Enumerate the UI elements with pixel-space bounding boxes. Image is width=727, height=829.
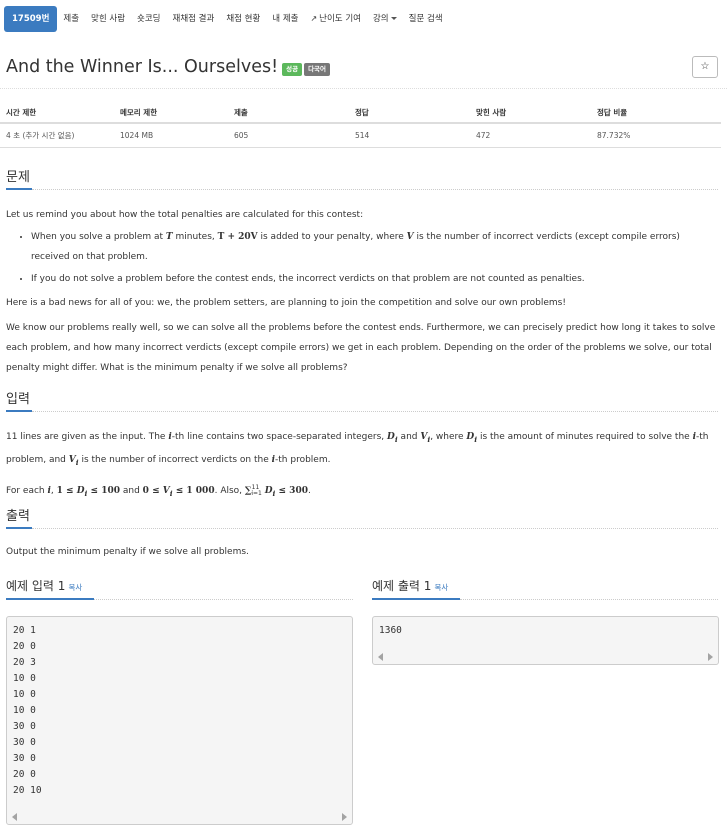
input-section-heading: 입력 xyxy=(6,392,30,407)
code-line: 10 0 xyxy=(13,673,36,684)
statement-intro: Let us remind you about how the total pe… xyxy=(6,210,364,220)
statement-paragraph-3: We know our problems really well, so we … xyxy=(6,323,716,373)
list-item: If you do not solve a problem before the… xyxy=(31,269,718,289)
section-underline xyxy=(6,410,32,412)
section-underline xyxy=(372,598,460,600)
header-submissions: 제출 xyxy=(228,103,349,124)
scroll-left-arrow-icon[interactable] xyxy=(378,653,383,661)
sample-output-heading: 예제 출력 1 복사 xyxy=(372,579,449,593)
section-divider xyxy=(32,411,718,412)
caret-down-icon xyxy=(390,17,397,20)
penalty-rules-list: When you solve a problem at T minutes, T… xyxy=(6,227,718,289)
nav-difficulty-contribution[interactable]: ↗ 난이도 기여 xyxy=(304,6,367,32)
sample-input-lines: 20 1 20 0 20 3 10 0 10 0 10 0 30 0 30 0 30 0 20 0… xyxy=(7,617,352,799)
ratio-value: 87.732% xyxy=(591,123,721,148)
section-divider xyxy=(32,528,718,529)
list-item: When you solve a problem at T minutes, T… xyxy=(31,227,718,267)
nav-status[interactable]: 채점 현황 xyxy=(220,6,266,32)
header-accepted: 정답 xyxy=(349,103,470,124)
code-line: 1360 xyxy=(379,625,402,636)
external-link-icon: ↗ xyxy=(310,14,318,23)
sample-output-box[interactable]: 1360 xyxy=(372,616,719,665)
time-limit-value: 4 초 (추가 시간 없음) xyxy=(0,123,114,148)
input-desc-constraints: For each i, 1 ≤ Di ≤ 100 and 0 ≤ Vi ≤ 1 … xyxy=(6,483,311,498)
input-description: 11 lines are given as the input. The i-t… xyxy=(6,427,718,504)
statement-paragraph-2: Here is a bad news for all of you: we, t… xyxy=(6,298,566,308)
memory-limit-value: 1024 MB xyxy=(114,123,228,148)
section-divider xyxy=(32,189,718,190)
sample-input-box[interactable]: 20 1 20 0 20 3 10 0 10 0 10 0 30 0 30 0 30 0 20 0… xyxy=(6,616,353,825)
code-line: 20 10 xyxy=(13,785,42,796)
table-row: 4 초 (추가 시간 없음) 1024 MB 605 514 472 87.73… xyxy=(0,123,721,148)
section-divider xyxy=(460,599,718,600)
output-description: Output the minimum penalty if we solve a… xyxy=(6,547,249,557)
code-line: 30 0 xyxy=(13,753,36,764)
problem-title-row: And the Winner Is... Ourselves! 성공 다국어 xyxy=(6,52,331,82)
table-header-row: 시간 제한 메모리 제한 제출 정답 맞힌 사람 정답 비율 xyxy=(0,103,721,124)
problem-title: And the Winner Is... Ourselves! xyxy=(6,57,279,77)
submissions-value: 605 xyxy=(228,123,349,148)
section-underline xyxy=(6,188,32,190)
copy-sample-input-button[interactable]: 복사 xyxy=(68,583,82,592)
horizontal-scrollbar[interactable] xyxy=(373,650,718,664)
problem-statement: Let us remind you about how the total pe… xyxy=(6,205,718,378)
sample-input-heading: 예제 입력 1 복사 xyxy=(6,579,83,593)
header-ratio: 정답 비율 xyxy=(591,103,721,124)
problem-nav: 17509번 제출 맞힌 사람 숏코딩 재채점 결과 채점 현황 내 제출 ↗ 난… xyxy=(4,6,449,32)
section-underline xyxy=(6,527,32,529)
solvers-value: 472 xyxy=(470,123,591,148)
problem-section-heading: 문제 xyxy=(6,170,30,185)
problem-info-table: 시간 제한 메모리 제한 제출 정답 맞힌 사람 정답 비율 4 초 (추가 시… xyxy=(0,103,721,148)
code-line: 20 0 xyxy=(13,641,36,652)
scroll-right-arrow-icon[interactable] xyxy=(708,653,713,661)
code-line: 20 0 xyxy=(13,769,36,780)
success-badge: 성공 xyxy=(282,62,303,76)
horizontal-scrollbar[interactable] xyxy=(7,810,352,824)
nav-problem-number[interactable]: 17509번 xyxy=(4,6,58,32)
multilang-badge: 다국어 xyxy=(304,62,331,76)
code-line: 10 0 xyxy=(13,689,36,700)
section-underline xyxy=(6,598,94,600)
header-solvers: 맞힌 사람 xyxy=(470,103,591,124)
header-time-limit: 시간 제한 xyxy=(0,103,114,124)
nav-question-search[interactable]: 질문 검색 xyxy=(403,6,449,32)
input-desc-line-1: 11 lines are given as the input. The i-t… xyxy=(6,432,709,467)
header-memory-limit: 메모리 제한 xyxy=(114,103,228,124)
code-line: 10 0 xyxy=(13,705,36,716)
nav-submit[interactable]: 제출 xyxy=(57,6,85,32)
output-section-heading: 출력 xyxy=(6,509,30,524)
star-icon: ☆ xyxy=(700,61,710,72)
divider xyxy=(0,88,727,89)
copy-sample-output-button[interactable]: 복사 xyxy=(434,583,448,592)
sample-output-lines: 1360 xyxy=(373,617,718,639)
nav-accepted-users[interactable]: 맞힌 사람 xyxy=(85,6,131,32)
nav-short-coding[interactable]: 숏코딩 xyxy=(131,6,166,32)
nav-lectures-dropdown[interactable]: 강의 xyxy=(367,6,403,32)
favorite-star-button[interactable]: ☆ xyxy=(692,56,718,78)
accepted-value: 514 xyxy=(349,123,470,148)
code-line: 30 0 xyxy=(13,737,36,748)
scroll-right-arrow-icon[interactable] xyxy=(342,813,347,821)
nav-rejudge-results[interactable]: 재채점 결과 xyxy=(167,6,221,32)
nav-my-submissions[interactable]: 내 제출 xyxy=(266,6,304,32)
code-line: 20 1 xyxy=(13,625,36,636)
code-line: 20 3 xyxy=(13,657,36,668)
scroll-left-arrow-icon[interactable] xyxy=(12,813,17,821)
section-divider xyxy=(94,599,353,600)
code-line: 30 0 xyxy=(13,721,36,732)
